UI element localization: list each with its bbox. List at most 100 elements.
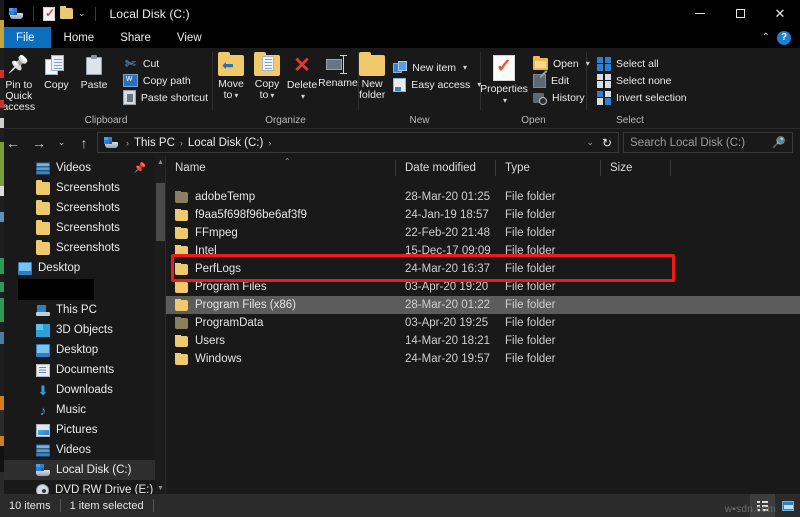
move-to-button[interactable]: ⬅ Move to ▾ — [213, 52, 249, 101]
table-row[interactable]: adobeTemp 28-Mar-20 01:25 File folder — [166, 188, 800, 206]
cut-label: Cut — [142, 57, 160, 70]
folder-icon — [36, 219, 50, 235]
drive-icon[interactable] — [9, 8, 24, 19]
properties-icon[interactable] — [43, 6, 55, 21]
item-count-label: 10 items — [9, 499, 51, 512]
tab-view[interactable]: View — [164, 27, 215, 48]
breadcrumb-separator-1[interactable]: › — [178, 138, 185, 148]
desktop-icon — [18, 261, 32, 275]
table-row[interactable]: Windows 24-Mar-20 19:57 File folder — [166, 350, 800, 368]
recent-locations-button[interactable]: ⌄ — [52, 129, 71, 156]
table-row[interactable]: Program Files 03-Apr-20 19:20 File folde… — [166, 278, 800, 296]
column-header-date-modified[interactable]: Date modified — [396, 156, 496, 180]
sidebar-item-screenshots-1[interactable]: Screenshots — [0, 178, 166, 198]
sidebar-item-3d-objects[interactable]: 3D Objects — [0, 320, 166, 340]
new-folder-icon — [359, 52, 386, 76]
sidebar-item-screenshots-3[interactable]: Screenshots — [0, 218, 166, 238]
new-folder-icon[interactable] — [60, 6, 73, 19]
cut-button[interactable]: ✄ Cut — [119, 55, 212, 72]
history-button[interactable]: History — [529, 89, 594, 106]
history-icon — [533, 91, 547, 105]
tab-file[interactable]: File — [0, 27, 51, 48]
invert-selection-button[interactable]: Invert selection — [593, 89, 691, 106]
search-input[interactable]: Search Local Disk (C:) 🔍 — [623, 132, 793, 153]
file-date: 24-Mar-20 19:57 — [405, 353, 491, 365]
table-row[interactable]: PerfLogs 24-Mar-20 16:37 File folder — [166, 260, 800, 278]
sidebar-item-pictures[interactable]: Pictures — [0, 420, 166, 440]
select-all-button[interactable]: Select all — [593, 55, 691, 72]
pin-to-quick-access-button[interactable]: Pin to Quick access — [0, 52, 38, 113]
table-row[interactable]: ProgramData 03-Apr-20 19:25 File folder — [166, 314, 800, 332]
table-row[interactable]: FFmpeg 22-Feb-20 21:48 File folder — [166, 224, 800, 242]
copy-path-button[interactable]: Copy path — [119, 72, 212, 89]
sidebar-item-music[interactable]: ♪ Music — [0, 400, 166, 420]
table-row-selected[interactable]: Program Files (x86) 28-Mar-20 01:22 File… — [166, 296, 800, 314]
sidebar-item-this-pc[interactable]: This PC — [0, 300, 166, 320]
sidebar-item-documents[interactable]: Documents — [0, 360, 166, 380]
sidebar-item-screenshots-2[interactable]: Screenshots — [0, 198, 166, 218]
help-icon[interactable]: ? — [777, 30, 791, 45]
table-row[interactable]: Intel 15-Dec-17 09:09 File folder — [166, 242, 800, 260]
sidebar-item-local-disk-c[interactable]: Local Disk (C:) — [0, 460, 166, 480]
paste-shortcut-button[interactable]: Paste shortcut — [119, 89, 212, 106]
column-resize-handle[interactable] — [670, 160, 671, 176]
copy-button[interactable]: Copy — [38, 52, 76, 91]
breadcrumb-separator-2[interactable]: › — [266, 138, 273, 148]
column-header-type[interactable]: Type — [496, 156, 601, 180]
table-row[interactable]: f9aa5f698f96be6af3f9 24-Jan-19 18:57 Fil… — [166, 206, 800, 224]
collapse-ribbon-icon[interactable]: ⌃ — [762, 32, 770, 43]
sidebar-item-label: Desktop — [56, 344, 99, 356]
maximize-button[interactable] — [720, 0, 760, 27]
column-header-row: ⌃ Name Date modified Type Size — [166, 156, 800, 180]
breadcrumb-local-disk[interactable]: Local Disk (C:) — [188, 137, 263, 149]
sidebar-item-desktop-quick[interactable]: Desktop — [0, 258, 166, 278]
properties-button[interactable]: Properties▾ — [480, 52, 528, 106]
address-input[interactable]: › This PC › Local Disk (C:) › ⌄ ↻ — [97, 132, 619, 153]
large-icons-view-button[interactable] — [775, 494, 800, 517]
sidebar-item-screenshots-4[interactable]: Screenshots — [0, 238, 166, 258]
sort-ascending-icon: ⌃ — [284, 157, 291, 166]
history-label: History — [552, 91, 585, 104]
sidebar-item-label: Documents — [56, 364, 115, 376]
open-button[interactable]: Open ▾ — [529, 55, 594, 72]
minimize-button[interactable] — [680, 0, 720, 27]
rename-button[interactable]: Rename — [318, 52, 358, 89]
scissors-icon: ✄ — [124, 56, 136, 71]
group-label-clipboard: Clipboard — [84, 115, 128, 126]
select-none-button[interactable]: Select none — [593, 72, 691, 89]
scrollbar-thumb[interactable] — [156, 183, 165, 241]
delete-button[interactable]: ✕ Delete ▾ — [285, 52, 319, 102]
copy-to-button[interactable]: Copy to ▾ — [249, 52, 285, 101]
sidebar-item-videos-quick[interactable]: Videos 📌 — [0, 158, 166, 178]
breadcrumb-this-pc[interactable]: This PC — [134, 137, 175, 149]
new-folder-button[interactable]: New folder — [359, 52, 385, 101]
folder-icon — [175, 335, 188, 347]
forward-button[interactable]: → — [26, 129, 52, 156]
customize-quick-access-icon[interactable]: ⌄ — [78, 8, 86, 19]
sidebar-item-downloads[interactable]: ⬇ Downloads — [0, 380, 166, 400]
search-icon[interactable]: 🔍 — [772, 136, 786, 149]
breadcrumb-separator-0[interactable]: › — [124, 138, 131, 148]
close-button[interactable]: ✕ — [760, 0, 800, 27]
tab-share[interactable]: Share — [107, 27, 164, 48]
folder-icon — [36, 239, 50, 255]
edit-button[interactable]: Edit — [529, 72, 594, 89]
ribbon-tab-bar: File Home Share View ⌃ ? — [0, 27, 800, 48]
sidebar-item-label: This PC — [56, 304, 97, 316]
refresh-icon[interactable]: ↻ — [602, 136, 612, 150]
address-dropdown-icon[interactable]: ⌄ — [584, 137, 596, 148]
table-row[interactable]: Users 14-Mar-20 18:21 File folder — [166, 332, 800, 350]
sidebar-item-dvd-drive-e[interactable]: DVD RW Drive (E:) — [0, 480, 166, 494]
status-divider-2 — [152, 499, 154, 512]
new-item-button[interactable]: New item ▾ — [389, 59, 485, 76]
tab-home[interactable]: Home — [51, 27, 108, 48]
paste-button[interactable]: Paste — [75, 52, 113, 91]
column-header-size[interactable]: Size — [601, 156, 671, 180]
up-button[interactable]: ↑ — [71, 129, 97, 156]
sidebar-item-label: Local Disk (C:) — [56, 464, 132, 476]
easy-access-button[interactable]: Easy access ▾ — [389, 76, 485, 93]
sidebar-item-desktop[interactable]: Desktop — [0, 340, 166, 360]
sidebar-item-videos[interactable]: Videos — [0, 440, 166, 460]
column-header-name[interactable]: ⌃ Name — [166, 156, 396, 180]
file-date: 22-Feb-20 21:48 — [405, 227, 491, 239]
